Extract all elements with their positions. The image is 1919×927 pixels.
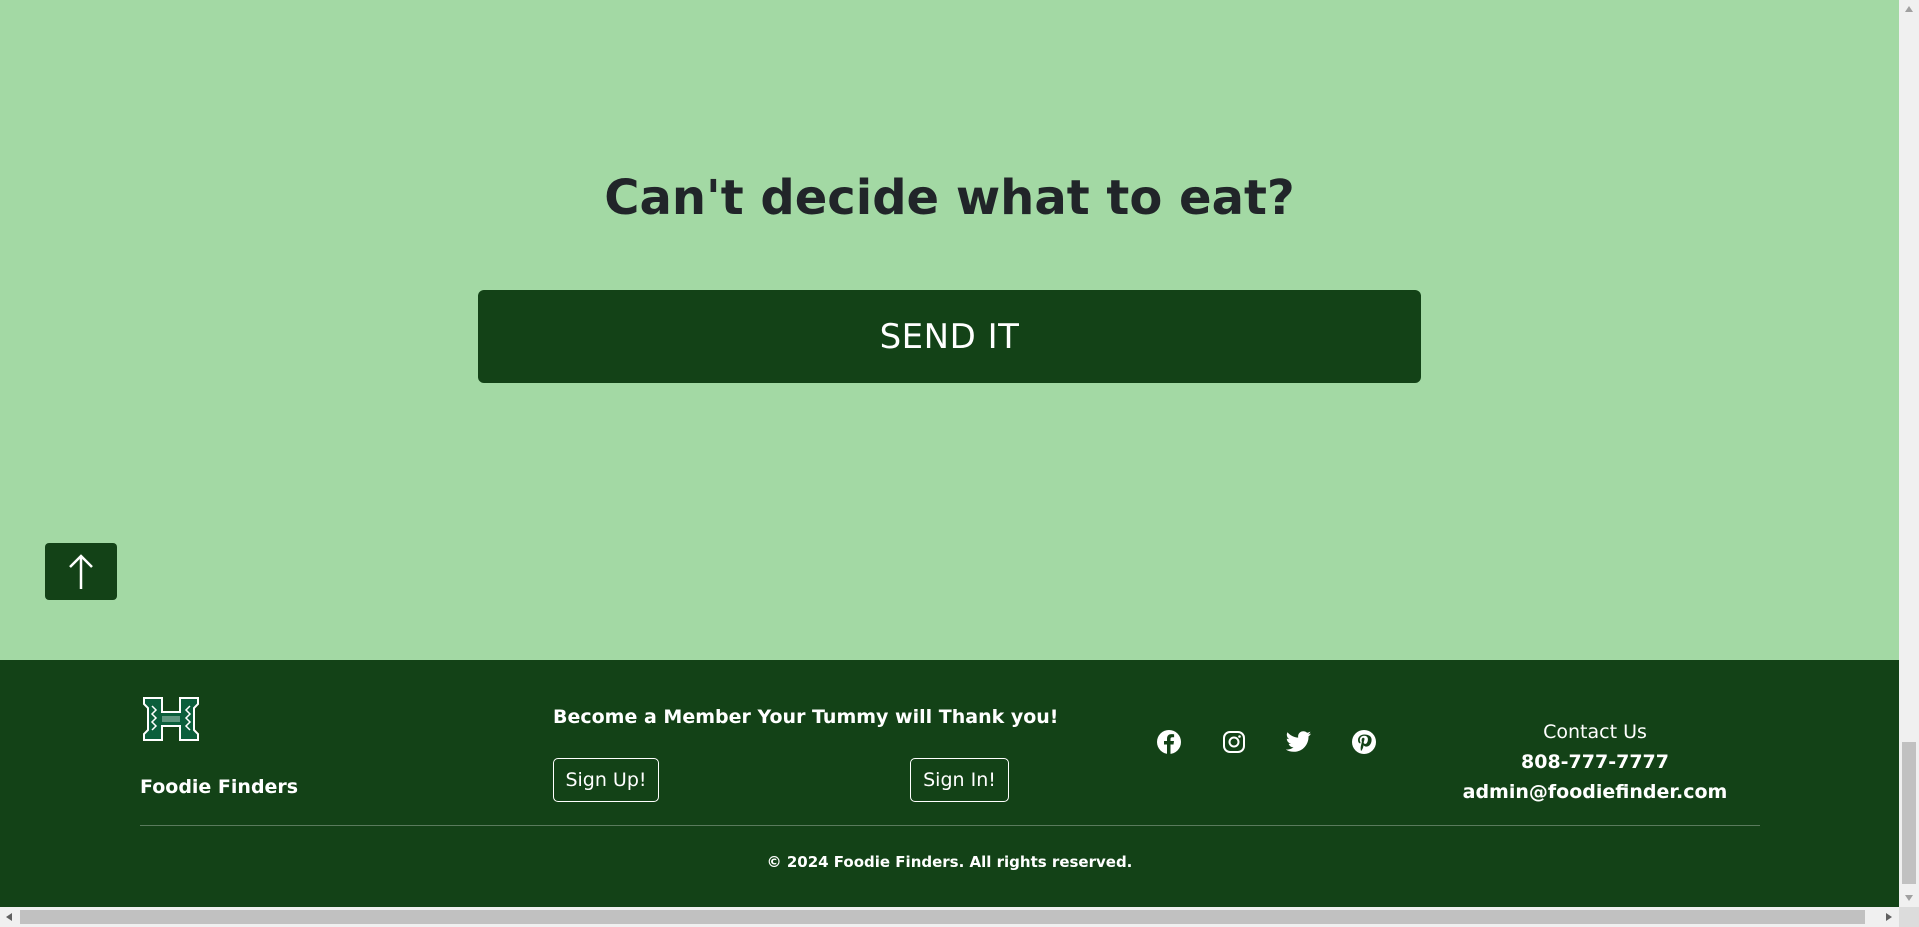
contact-phone[interactable]: 808-777-7777	[1440, 747, 1750, 777]
scroll-right-arrow-icon[interactable]	[1880, 907, 1898, 927]
arrow-up-icon	[69, 553, 93, 589]
contact-block: Contact Us 808-777-7777 admin@foodiefind…	[1440, 717, 1750, 807]
member-invite-text: Become a Member Your Tummy will Thank yo…	[553, 706, 1059, 728]
sign-up-button[interactable]: Sign Up!	[553, 758, 659, 802]
scrollbar-corner	[1899, 907, 1919, 927]
horizontal-scrollbar[interactable]	[0, 907, 1899, 927]
footer-brand-name: Foodie Finders	[140, 776, 299, 798]
site-footer: Foodie Finders Become a Member Your Tumm…	[0, 660, 1899, 907]
scroll-to-top-button[interactable]	[45, 543, 117, 600]
contact-email[interactable]: admin@foodiefinder.com	[1440, 777, 1750, 807]
vertical-scrollbar-thumb[interactable]	[1902, 742, 1916, 884]
twitter-icon[interactable]	[1285, 728, 1313, 756]
scroll-up-arrow-icon[interactable]	[1899, 0, 1919, 18]
pinterest-icon[interactable]	[1350, 728, 1378, 756]
copyright-text: © 2024 Foodie Finders. All rights reserv…	[766, 853, 1133, 871]
send-it-button[interactable]: SEND IT	[478, 290, 1421, 383]
instagram-icon[interactable]	[1220, 728, 1248, 756]
vertical-scrollbar[interactable]	[1899, 0, 1919, 907]
facebook-icon[interactable]	[1155, 728, 1183, 756]
footer-divider	[140, 825, 1760, 826]
scroll-left-arrow-icon[interactable]	[0, 907, 18, 927]
scroll-down-arrow-icon[interactable]	[1899, 889, 1919, 907]
horizontal-scrollbar-thumb[interactable]	[20, 910, 1865, 924]
contact-title: Contact Us	[1543, 721, 1647, 743]
sign-in-button[interactable]: Sign In!	[910, 758, 1009, 802]
page-viewport: Can't decide what to eat? SEND IT Foodie…	[0, 0, 1899, 907]
hero-section: Can't decide what to eat? SEND IT	[0, 0, 1899, 660]
hero-title: Can't decide what to eat?	[604, 170, 1295, 226]
university-h-logo[interactable]	[140, 694, 202, 744]
